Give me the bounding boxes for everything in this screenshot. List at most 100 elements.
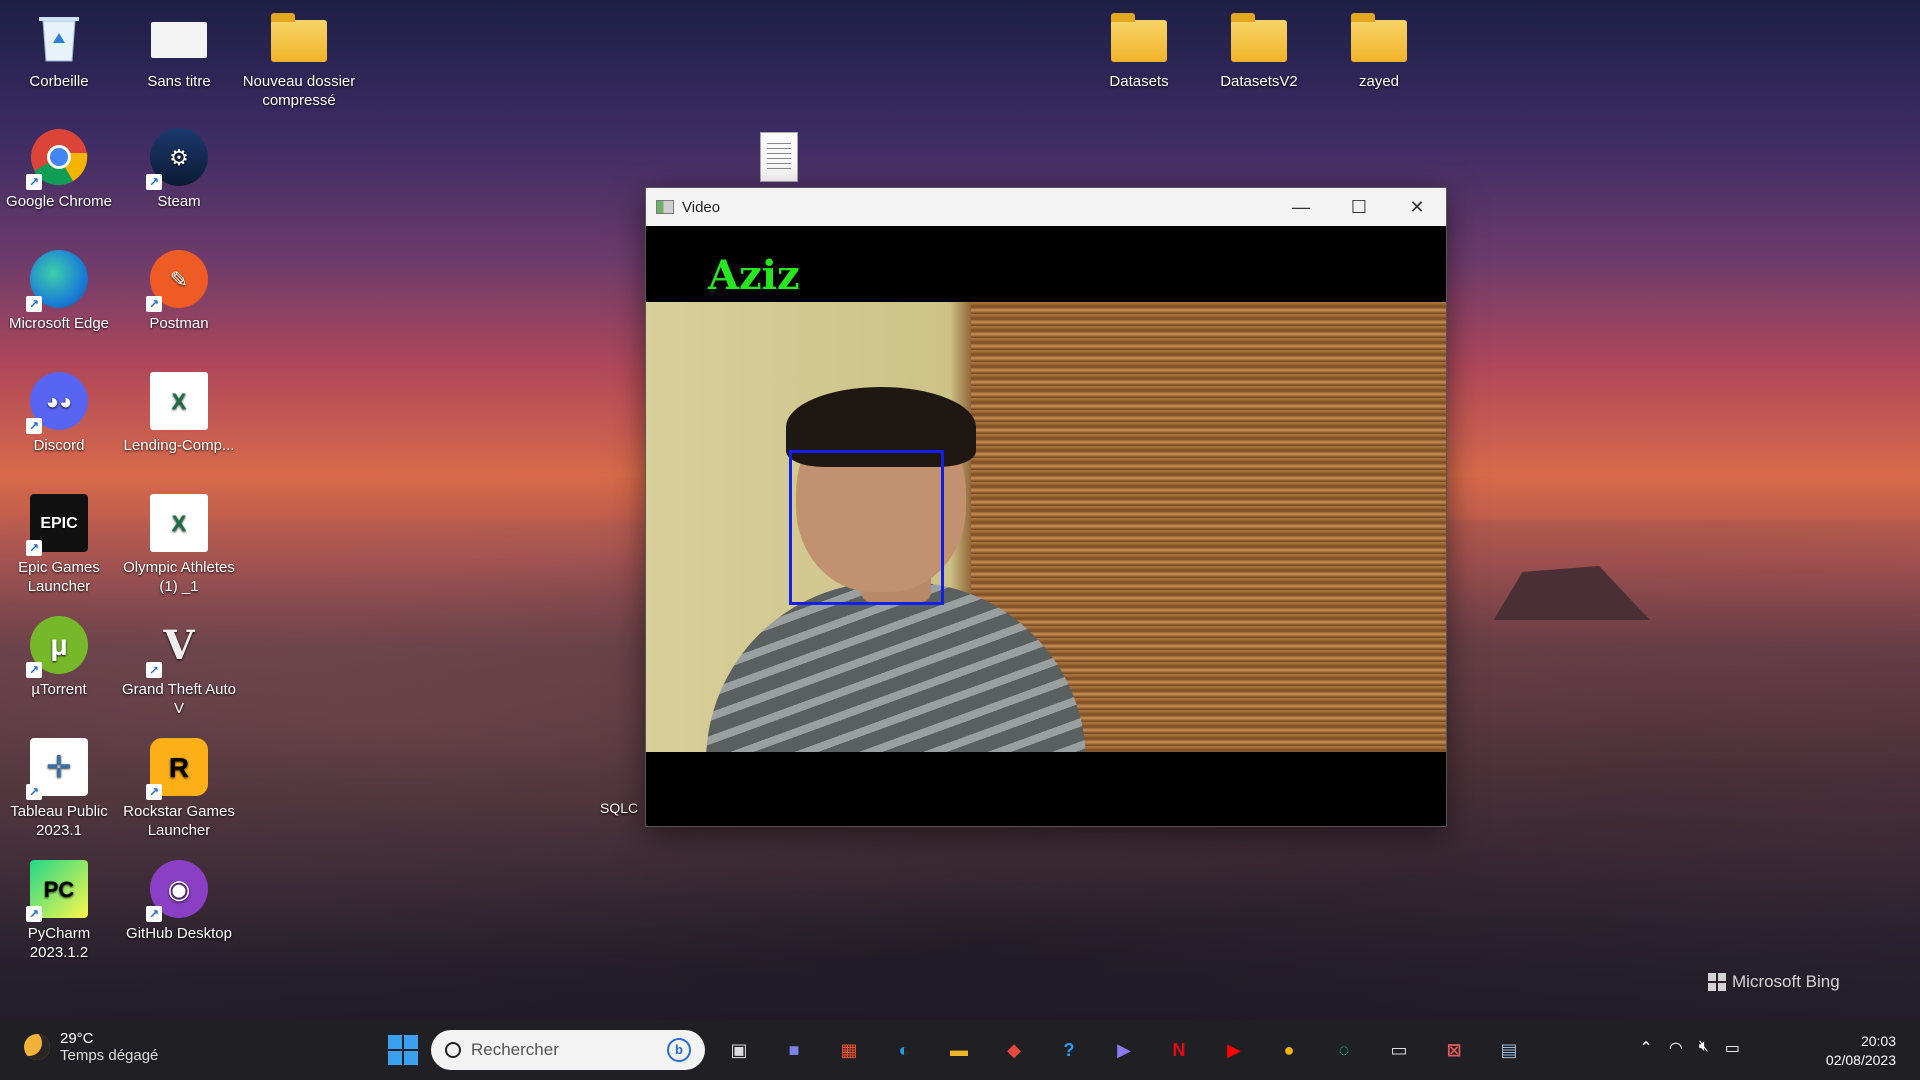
folder-icon: [1111, 13, 1167, 62]
desktop-icon-label: Grand Theft Auto V: [122, 681, 236, 717]
clock-date: 02/08/2023: [1825, 1052, 1896, 1068]
watermark-text: Microsoft Bing: [1732, 972, 1840, 991]
desktop-icon-label: Corbeille: [29, 73, 89, 90]
chrome-taskbar-icon[interactable]: ●: [1268, 1029, 1310, 1071]
teams-icon[interactable]: ■: [773, 1029, 815, 1071]
folder-icon: [1351, 13, 1407, 62]
start-button[interactable]: [388, 1035, 418, 1065]
desktop-icon-sqlc[interactable]: SQLC: [600, 800, 638, 816]
app-diamond-icon[interactable]: ◆: [993, 1029, 1035, 1071]
desktop-icon-rockstar[interactable]: R ↗ Rockstar Games Launcher: [120, 738, 238, 840]
terminal-icon[interactable]: ▭: [1378, 1029, 1420, 1071]
copilot-icon[interactable]: ▶: [1103, 1029, 1145, 1071]
desktop-icon-label: Olympic Athletes (1) _1: [123, 559, 235, 595]
netflix-icon[interactable]: N: [1158, 1029, 1200, 1071]
desktop-icon-recycle-bin[interactable]: Corbeille: [0, 8, 118, 91]
tableau-icon: ✛ ↗: [26, 738, 88, 800]
excel-taskbar-icon[interactable]: ⊠: [1433, 1029, 1475, 1071]
gta-icon: V ↗: [146, 616, 208, 678]
desktop-icon-label: µTorrent: [31, 681, 87, 698]
github-icon: ◉ ↗: [146, 860, 208, 922]
desktop-icon-label: Postman: [149, 315, 209, 332]
video-window[interactable]: Video — ☐ ✕ Aziz: [645, 187, 1447, 827]
task-view-icon[interactable]: ▣: [718, 1029, 760, 1071]
clock[interactable]: 20:03 02/08/2023: [1826, 1032, 1896, 1070]
postman-icon: ✎ ↗: [146, 250, 208, 312]
search-placeholder: Rechercher: [471, 1040, 559, 1059]
moon-icon: [24, 1034, 50, 1060]
desktop-icon-epic-games[interactable]: EPIC ↗ Epic Games Launcher: [0, 494, 118, 596]
window-titlebar[interactable]: Video — ☐ ✕: [646, 188, 1446, 226]
desktop-icon-zayed[interactable]: zayed: [1320, 8, 1438, 91]
youtube-icon[interactable]: ▶: [1213, 1029, 1255, 1071]
folder-icon: [1231, 13, 1287, 62]
desktop-icon-github[interactable]: ◉ ↗ GitHub Desktop: [120, 860, 238, 943]
desktop-icon-lending[interactable]: X Lending-Comp...: [120, 372, 238, 455]
weather-widget[interactable]: 29°C Temps dégagé: [24, 1030, 158, 1064]
desktop-icon-pycharm[interactable]: PC ↗ PyCharm 2023.1.2: [0, 860, 118, 962]
bing-watermark: Microsoft Bing: [1708, 972, 1840, 992]
minimize-button[interactable]: —: [1272, 188, 1330, 226]
camera-feed: [646, 302, 1446, 752]
desktop-icon-label: Google Chrome: [6, 193, 112, 210]
desktop-icon-steam[interactable]: ⚙ ↗ Steam: [120, 128, 238, 211]
desktop-icon-discord[interactable]: ◕◕ ↗ Discord: [0, 372, 118, 455]
system-tray: ⌃ ◠ 🔇︎ ▭: [1639, 1038, 1740, 1058]
edge-taskbar-icon[interactable]: ◐: [883, 1029, 925, 1071]
store-icon[interactable]: ▦: [828, 1029, 870, 1071]
desktop-icon-chrome[interactable]: ↗ Google Chrome: [0, 128, 118, 211]
wifi-icon[interactable]: ◠: [1669, 1038, 1683, 1058]
face-detection-box: [789, 450, 944, 605]
desktop-icon-label: DatasetsV2: [1220, 73, 1298, 90]
desktop-icon-label: Discord: [33, 437, 85, 454]
desktop-icon-postman[interactable]: ✎ ↗ Postman: [120, 250, 238, 333]
help-icon[interactable]: ?: [1048, 1029, 1090, 1071]
desktop-icon-olympic[interactable]: X Olympic Athletes (1) _1: [120, 494, 238, 596]
search-icon: [445, 1042, 461, 1058]
desktop-icon-label: PyCharm 2023.1.2: [27, 925, 91, 961]
desktop-icon-datasets[interactable]: Datasets: [1080, 8, 1198, 91]
desktop-icon-edge[interactable]: ↗ Microsoft Edge: [0, 250, 118, 333]
video-frame: Aziz: [646, 226, 1446, 826]
windows-logo-icon: [1708, 973, 1726, 991]
bing-icon[interactable]: b: [667, 1038, 691, 1062]
window-title: Video: [682, 198, 721, 216]
weather-temp: 29°C: [60, 1030, 94, 1047]
steam-icon: ⚙ ↗: [146, 128, 208, 190]
desktop-icon-label: Lending-Comp...: [123, 437, 235, 454]
volume-muted-icon[interactable]: 🔇︎: [1699, 1038, 1709, 1058]
desktop-icon-label: Epic Games Launcher: [18, 559, 100, 595]
pycharm-icon: PC ↗: [26, 860, 88, 922]
battery-icon[interactable]: ▭: [1725, 1038, 1740, 1058]
edge-icon: ↗: [26, 250, 88, 312]
recognized-name-label: Aziz: [708, 252, 800, 299]
document-icon: [151, 22, 207, 58]
search-box[interactable]: Rechercher b: [431, 1030, 705, 1070]
file-explorer-icon[interactable]: ▬: [938, 1029, 980, 1071]
desktop-icon-label: zayed: [1358, 73, 1400, 90]
desktop-icon-label: Nouveau dossier compressé: [242, 73, 356, 109]
app-icon: [656, 200, 674, 214]
desktop-icon-sans-titre[interactable]: Sans titre: [120, 8, 238, 91]
epic-games-icon: EPIC ↗: [26, 494, 88, 556]
desktop-icon-label: Rockstar Games Launcher: [123, 803, 235, 839]
desktop-icon-utorrent[interactable]: µ ↗ µTorrent: [0, 616, 118, 699]
video-taskbar-icon[interactable]: ▤: [1488, 1029, 1530, 1071]
taskbar-apps: Rechercher b ▣ ■ ▦ ◐ ▬ ◆ ? ▶ N ▶ ● ◌ ▭ ⊠…: [388, 1029, 1530, 1071]
desktop-icon-tableau[interactable]: ✛ ↗ Tableau Public 2023.1: [0, 738, 118, 840]
desktop-icon-label: Steam: [157, 193, 201, 210]
desktop-icon-gta[interactable]: V ↗ Grand Theft Auto V: [120, 616, 238, 718]
chevron-up-icon[interactable]: ⌃: [1639, 1038, 1652, 1058]
discord-icon: ◕◕ ↗: [26, 372, 88, 434]
desktop-icon-label: Tableau Public 2023.1: [10, 803, 108, 839]
close-button[interactable]: ✕: [1388, 188, 1446, 226]
desktop-icon-zip-folder[interactable]: Nouveau dossier compressé: [240, 8, 358, 110]
desktop-icon-label: Datasets: [1109, 73, 1169, 90]
recycle-bin-icon: [30, 8, 88, 66]
file-icon[interactable]: [760, 132, 798, 182]
zip-folder-icon: [271, 13, 327, 62]
desktop-icon-datasetsv2[interactable]: DatasetsV2: [1200, 8, 1318, 91]
maximize-button[interactable]: ☐: [1330, 188, 1388, 226]
desktop-icon-label: Microsoft Edge: [8, 315, 110, 332]
spinner-app-icon[interactable]: ◌: [1323, 1029, 1365, 1071]
